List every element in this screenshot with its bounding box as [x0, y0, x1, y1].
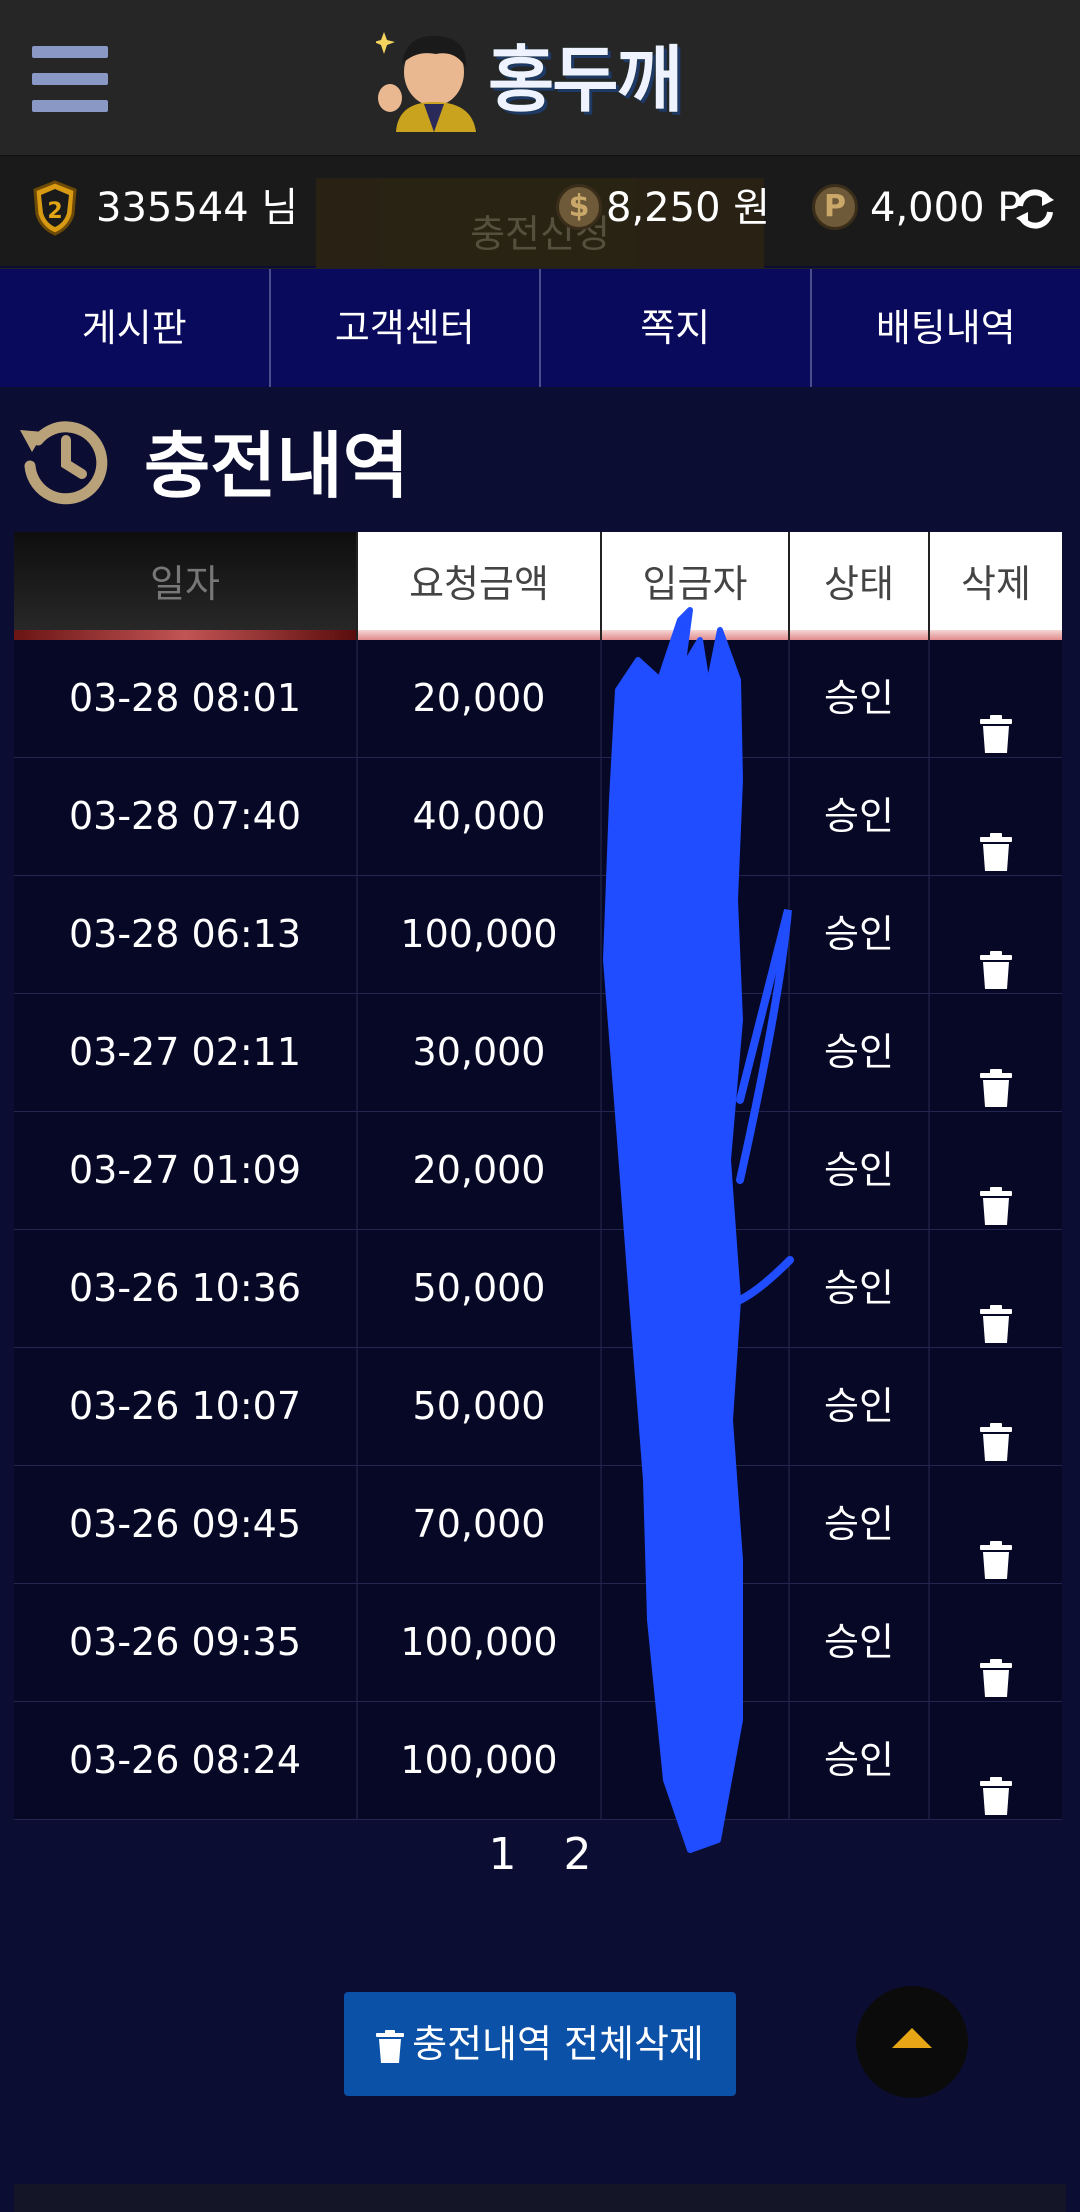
user-info-bar: 2 335544 님 충전신청 $ 8,250 원 P 4,000 P [0, 156, 1080, 268]
cell-date: 03-27 01:09 [14, 1112, 358, 1229]
table-row: 03-28 07:40 40,000 승인 [14, 758, 1062, 876]
cell-date: 03-28 07:40 [14, 758, 358, 875]
cell-amount: 20,000 [358, 1112, 602, 1229]
cell-amount: 70,000 [358, 1466, 602, 1583]
cell-delete [930, 1702, 1062, 1819]
page-title: 충전내역 [144, 424, 409, 508]
redaction-scribble [603, 607, 794, 1853]
footer-logos-strip [14, 2184, 1066, 2212]
site-logo[interactable]: 홍두깨 [374, 28, 716, 132]
column-header-delete: 삭제 [930, 532, 1062, 640]
trash-icon[interactable] [980, 1744, 1012, 1815]
cell-delete [930, 994, 1062, 1111]
cell-date: 03-27 02:11 [14, 994, 358, 1111]
history-icon [20, 421, 108, 505]
delete-all-label: 충전내역 전체삭제 [412, 2022, 704, 2066]
pagination: 1 2 [0, 1820, 1080, 1890]
logo-text: 홍두깨 [488, 38, 683, 122]
delete-all-button[interactable]: 충전내역 전체삭제 [344, 1992, 736, 2096]
cell-delete [930, 876, 1062, 993]
deposit-history-table: 일자 요청금액 입금자 상태 삭제 03-28 08:01 20,000 승인 03-… [14, 532, 1062, 1820]
cell-amount: 40,000 [358, 758, 602, 875]
scroll-to-top-button[interactable] [856, 1986, 968, 2098]
trash-icon[interactable] [980, 1154, 1012, 1225]
column-header-date: 일자 [14, 532, 358, 640]
cell-amount: 50,000 [358, 1230, 602, 1347]
table-row: 03-26 10:36 50,000 승인 [14, 1230, 1062, 1348]
table-row: 03-26 10:07 50,000 승인 [14, 1348, 1062, 1466]
cell-delete [930, 758, 1062, 875]
cell-delete [930, 1348, 1062, 1465]
cell-delete [930, 1112, 1062, 1229]
table-row: 03-27 02:11 30,000 승인 [14, 994, 1062, 1112]
cell-date: 03-26 10:36 [14, 1230, 358, 1347]
trash-icon[interactable] [980, 682, 1012, 753]
svg-text:2: 2 [47, 199, 62, 224]
table-body: 03-28 08:01 20,000 승인 03-28 07:40 40,000 승인 03… [14, 640, 1062, 1820]
point-icon: P [812, 184, 858, 230]
page-2[interactable]: 2 [543, 1820, 613, 1890]
nav-messages[interactable]: 쪽지 [541, 269, 812, 387]
money-balance: 8,250 원 [606, 185, 771, 231]
cell-date: 03-28 08:01 [14, 640, 358, 757]
cell-delete [930, 1230, 1062, 1347]
trash-icon[interactable] [980, 918, 1012, 989]
cell-date: 03-26 08:24 [14, 1702, 358, 1819]
mascot-icon [374, 32, 476, 132]
trash-icon[interactable] [980, 1626, 1012, 1697]
cell-amount: 100,000 [358, 1702, 602, 1819]
menu-icon[interactable] [32, 46, 108, 112]
table-row: 03-28 06:13 100,000 승인 [14, 876, 1062, 994]
nav-betting-history[interactable]: 배팅내역 [812, 269, 1080, 387]
trash-icon[interactable] [980, 1390, 1012, 1461]
user-id[interactable]: 335544 님 [96, 182, 298, 234]
cell-delete [930, 1466, 1062, 1583]
cell-amount: 100,000 [358, 1584, 602, 1701]
point-balance: 4,000 P [870, 185, 1022, 231]
level-badge-icon: 2 [33, 180, 77, 236]
table-row: 03-27 01:09 20,000 승인 [14, 1112, 1062, 1230]
cell-date: 03-26 09:35 [14, 1584, 358, 1701]
table-row: 03-26 08:24 100,000 승인 [14, 1702, 1062, 1820]
app-header: 홍두깨 [0, 0, 1080, 156]
cell-date: 03-26 09:45 [14, 1466, 358, 1583]
cell-amount: 20,000 [358, 640, 602, 757]
page-title-bar: 충전내역 [16, 410, 1076, 528]
coin-icon: $ [556, 184, 602, 230]
column-header-amount: 요청금액 [358, 532, 602, 640]
trash-icon [376, 2029, 405, 2063]
cell-date: 03-26 10:07 [14, 1348, 358, 1465]
table-header: 일자 요청금액 입금자 상태 삭제 [14, 532, 1062, 640]
trash-icon[interactable] [980, 1508, 1012, 1579]
table-row: 03-26 09:45 70,000 승인 [14, 1466, 1062, 1584]
trash-icon[interactable] [980, 1272, 1012, 1343]
cell-amount: 30,000 [358, 994, 602, 1111]
cell-delete [930, 1584, 1062, 1701]
cell-amount: 50,000 [358, 1348, 602, 1465]
nav-board[interactable]: 게시판 [0, 269, 271, 387]
page-1[interactable]: 1 [467, 1820, 537, 1890]
trash-icon[interactable] [980, 1036, 1012, 1107]
cell-date: 03-28 06:13 [14, 876, 358, 993]
trash-icon[interactable] [980, 800, 1012, 871]
table-row: 03-28 08:01 20,000 승인 [14, 640, 1062, 758]
cell-delete [930, 640, 1062, 757]
refresh-icon[interactable] [1012, 186, 1058, 232]
main-nav: 게시판 고객센터 쪽지 배팅내역 [0, 268, 1080, 387]
cell-amount: 100,000 [358, 876, 602, 993]
nav-customer-center[interactable]: 고객센터 [271, 269, 541, 387]
table-row: 03-26 09:35 100,000 승인 [14, 1584, 1062, 1702]
